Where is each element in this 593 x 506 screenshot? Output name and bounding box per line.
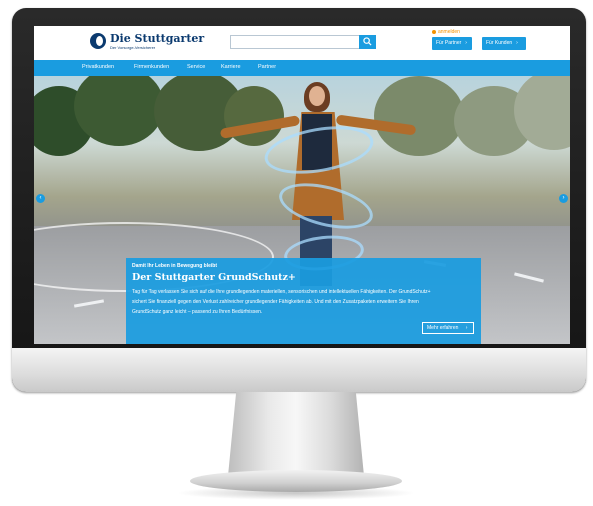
screen: Die Stuttgarter Der Vorsorge-Versicherer… xyxy=(34,26,570,344)
kunden-button[interactable]: Für Kunden › xyxy=(482,37,526,50)
nav-item-partner[interactable]: Partner xyxy=(258,64,276,70)
login-label: anmelden xyxy=(438,29,460,35)
chevron-right-icon: › xyxy=(465,40,467,46)
mehr-erfahren-label: Mehr erfahren xyxy=(427,325,459,331)
teaser-eyebrow: Damit Ihr Leben in Bewegung bleibt xyxy=(132,263,218,269)
user-icon xyxy=(432,30,436,34)
partner-button-label: Für Partner xyxy=(436,40,462,46)
hero-photo-woman xyxy=(309,86,325,106)
partner-button[interactable]: Für Partner › xyxy=(432,37,472,50)
arrow-left-icon[interactable]: ‹ xyxy=(36,194,45,203)
arrow-right-icon[interactable]: › xyxy=(559,194,568,203)
monitor-stand-base xyxy=(190,470,402,492)
monitor-chin xyxy=(12,348,586,392)
logo-tagline: Der Vorsorge-Versicherer xyxy=(110,45,156,50)
logo-icon[interactable] xyxy=(90,33,106,49)
chevron-right-icon: › xyxy=(465,325,468,331)
hero-banner: ‹ › Damit Ihr Leben in Bewegung bleibt D… xyxy=(34,76,570,344)
main-navigation: Privatkunden Firmenkunden Service Karrie… xyxy=(34,60,570,76)
nav-item-privatkunden[interactable]: Privatkunden xyxy=(82,64,114,70)
kunden-button-label: Für Kunden xyxy=(486,40,513,46)
logo-name[interactable]: Die Stuttgarter xyxy=(110,32,204,45)
nav-item-karriere[interactable]: Karriere xyxy=(221,64,241,70)
nav-item-service[interactable]: Service xyxy=(187,64,205,70)
hero-teaser: Damit Ihr Leben in Bewegung bleibt Der S… xyxy=(126,258,481,344)
chevron-right-icon: › xyxy=(516,40,518,46)
login-link[interactable]: anmelden xyxy=(432,29,460,35)
teaser-title: Der Stuttgarter GrundSchutz+ xyxy=(132,272,296,283)
nav-item-firmenkunden[interactable]: Firmenkunden xyxy=(134,64,169,70)
search-button[interactable] xyxy=(359,35,376,49)
hero-photo-tree xyxy=(374,76,464,156)
monitor-stand-neck xyxy=(228,392,364,476)
hero-photo-tree xyxy=(224,86,284,146)
site-header: Die Stuttgarter Der Vorsorge-Versicherer… xyxy=(34,26,570,60)
mehr-erfahren-button[interactable]: Mehr erfahren › xyxy=(422,322,474,334)
search-input[interactable] xyxy=(230,35,376,49)
search-icon xyxy=(363,37,372,46)
teaser-body: Tag für Tag verlassen Sie sich auf die I… xyxy=(132,289,431,315)
